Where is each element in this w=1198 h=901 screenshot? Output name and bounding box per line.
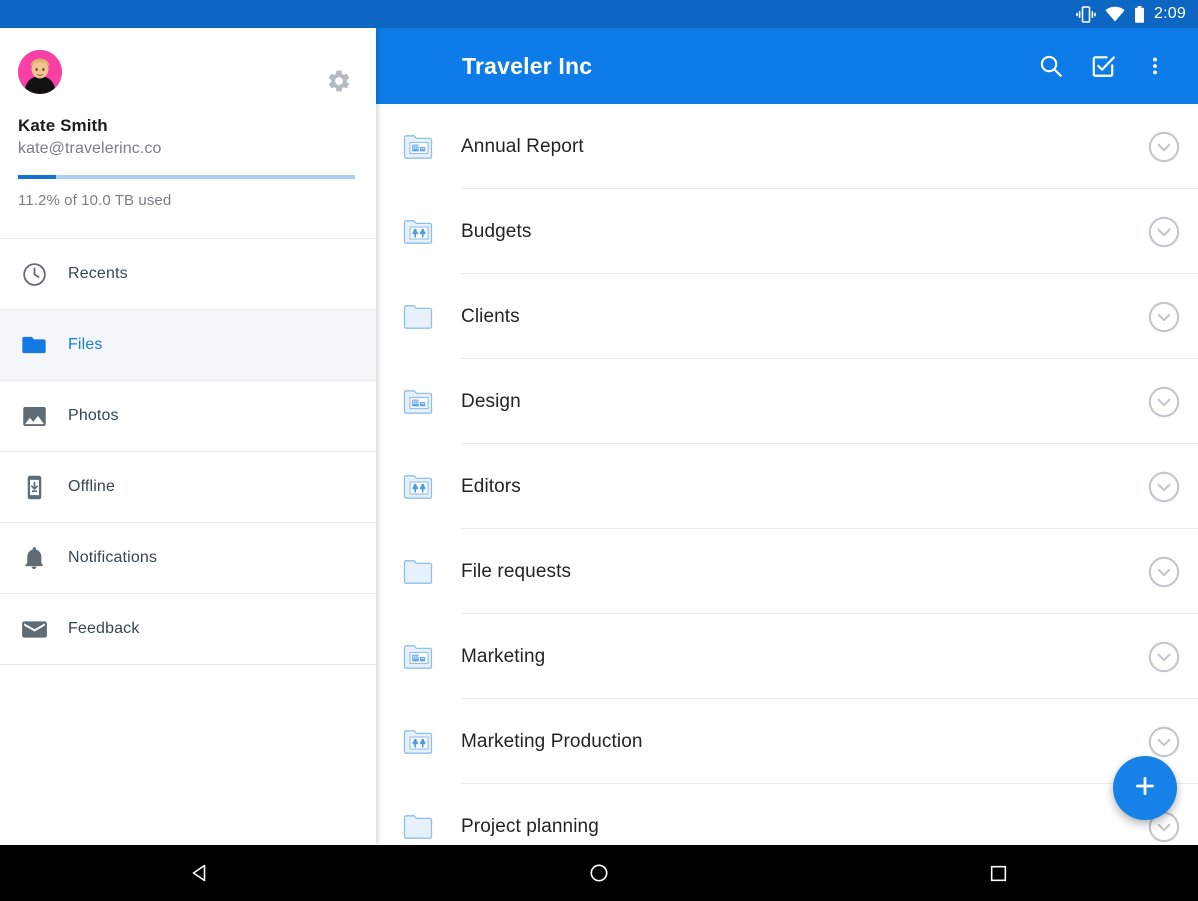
chevron-down-icon[interactable] bbox=[1147, 725, 1181, 759]
clock-icon bbox=[0, 261, 68, 288]
chevron-down-icon[interactable] bbox=[1147, 215, 1181, 249]
mail-icon bbox=[0, 616, 68, 643]
team-folder-icon bbox=[376, 639, 461, 675]
overflow-menu-icon[interactable] bbox=[1140, 51, 1170, 81]
list-item[interactable]: Design bbox=[376, 359, 1198, 444]
team-folder-icon bbox=[376, 384, 461, 420]
sidebar-item-label: Recents bbox=[68, 265, 128, 282]
offline-phone-icon bbox=[0, 474, 68, 501]
account-email: kate@travelerinc.co bbox=[18, 140, 162, 157]
shared-folder-icon bbox=[376, 724, 461, 760]
sidebar-item-label: Feedback bbox=[68, 620, 140, 637]
status-bar-clock: 2:09 bbox=[1154, 5, 1186, 22]
back-triangle-icon[interactable] bbox=[155, 861, 245, 885]
navigation-drawer: Kate Smith kate@travelerinc.co 11.2% of … bbox=[0, 0, 376, 845]
chevron-down-icon[interactable] bbox=[1147, 300, 1181, 334]
drawer-nav-list: Recents Files Photos Offline Notificatio… bbox=[0, 238, 376, 665]
home-circle-icon[interactable] bbox=[554, 862, 644, 884]
chevron-down-icon[interactable] bbox=[1147, 385, 1181, 419]
list-item[interactable]: Budgets bbox=[376, 189, 1198, 274]
sidebar-item-photos[interactable]: Photos bbox=[0, 381, 376, 452]
account-name: Kate Smith bbox=[18, 116, 108, 135]
chevron-down-icon[interactable] bbox=[1147, 470, 1181, 504]
shared-folder-icon bbox=[376, 214, 461, 250]
storage-usage-label: 11.2% of 10.0 TB used bbox=[18, 192, 172, 209]
sidebar-item-files[interactable]: Files bbox=[0, 310, 376, 381]
sidebar-item-label: Files bbox=[68, 336, 103, 353]
list-item-label: Annual Report bbox=[461, 135, 584, 157]
wifi-icon bbox=[1105, 6, 1125, 22]
list-item[interactable]: Annual Report bbox=[376, 104, 1198, 189]
file-list: Annual Report Budgets Clients Design Edi… bbox=[376, 104, 1198, 845]
content-pane: Traveler Inc Annual Report Budgets Clien… bbox=[376, 0, 1198, 845]
battery-icon bbox=[1134, 5, 1145, 23]
photo-icon bbox=[0, 403, 68, 430]
shared-folder-icon bbox=[376, 469, 461, 505]
list-item-label: Project planning bbox=[461, 815, 599, 837]
storage-progress-fill bbox=[18, 175, 56, 179]
app-screen: 2:09 Kate Smith kate@travelerinc.co 11.2… bbox=[0, 0, 1198, 901]
list-item-label: Marketing Production bbox=[461, 730, 643, 752]
list-item-label: Marketing bbox=[461, 645, 546, 667]
android-navigation-bar bbox=[0, 845, 1198, 901]
list-item-label: File requests bbox=[461, 560, 572, 582]
list-item-label: Clients bbox=[461, 305, 520, 327]
chevron-down-icon[interactable] bbox=[1147, 640, 1181, 674]
chevron-down-icon[interactable] bbox=[1147, 130, 1181, 164]
list-item-label: Editors bbox=[461, 475, 521, 497]
folder-icon bbox=[376, 554, 461, 590]
chevron-down-icon[interactable] bbox=[1147, 555, 1181, 589]
list-item[interactable]: Marketing bbox=[376, 614, 1198, 699]
sidebar-item-label: Offline bbox=[68, 478, 116, 495]
bell-icon bbox=[0, 545, 68, 571]
add-button[interactable] bbox=[1113, 756, 1177, 820]
team-folder-icon bbox=[376, 129, 461, 165]
sidebar-item-offline[interactable]: Offline bbox=[0, 452, 376, 523]
status-bar: 2:09 bbox=[0, 0, 1198, 28]
list-item-label: Design bbox=[461, 390, 521, 412]
vibrate-icon bbox=[1076, 5, 1096, 23]
folder-icon bbox=[0, 331, 68, 359]
list-item[interactable]: Clients bbox=[376, 274, 1198, 359]
storage-progress-bar bbox=[18, 175, 355, 179]
list-item[interactable]: Marketing Production bbox=[376, 699, 1198, 784]
avatar[interactable] bbox=[18, 50, 62, 94]
folder-icon bbox=[376, 809, 461, 845]
list-item[interactable]: Project planning bbox=[376, 784, 1198, 845]
search-icon[interactable] bbox=[1036, 51, 1066, 81]
sidebar-item-notifications[interactable]: Notifications bbox=[0, 523, 376, 594]
plus-icon bbox=[1131, 772, 1159, 805]
recents-square-icon[interactable] bbox=[953, 863, 1043, 884]
sidebar-item-label: Notifications bbox=[68, 549, 158, 566]
sidebar-item-recents[interactable]: Recents bbox=[0, 239, 376, 310]
list-item[interactable]: Editors bbox=[376, 444, 1198, 529]
list-item-label: Budgets bbox=[461, 220, 532, 242]
select-check-icon[interactable] bbox=[1088, 51, 1118, 81]
app-bar-actions bbox=[1036, 51, 1198, 81]
sidebar-item-label: Photos bbox=[68, 407, 119, 424]
gear-icon[interactable] bbox=[326, 68, 352, 94]
sidebar-item-feedback[interactable]: Feedback bbox=[0, 594, 376, 665]
drawer-account-header: Kate Smith kate@travelerinc.co 11.2% of … bbox=[0, 0, 376, 209]
app-bar: Traveler Inc bbox=[376, 28, 1198, 104]
folder-icon bbox=[376, 299, 461, 335]
list-item[interactable]: File requests bbox=[376, 529, 1198, 614]
page-title: Traveler Inc bbox=[462, 52, 593, 79]
